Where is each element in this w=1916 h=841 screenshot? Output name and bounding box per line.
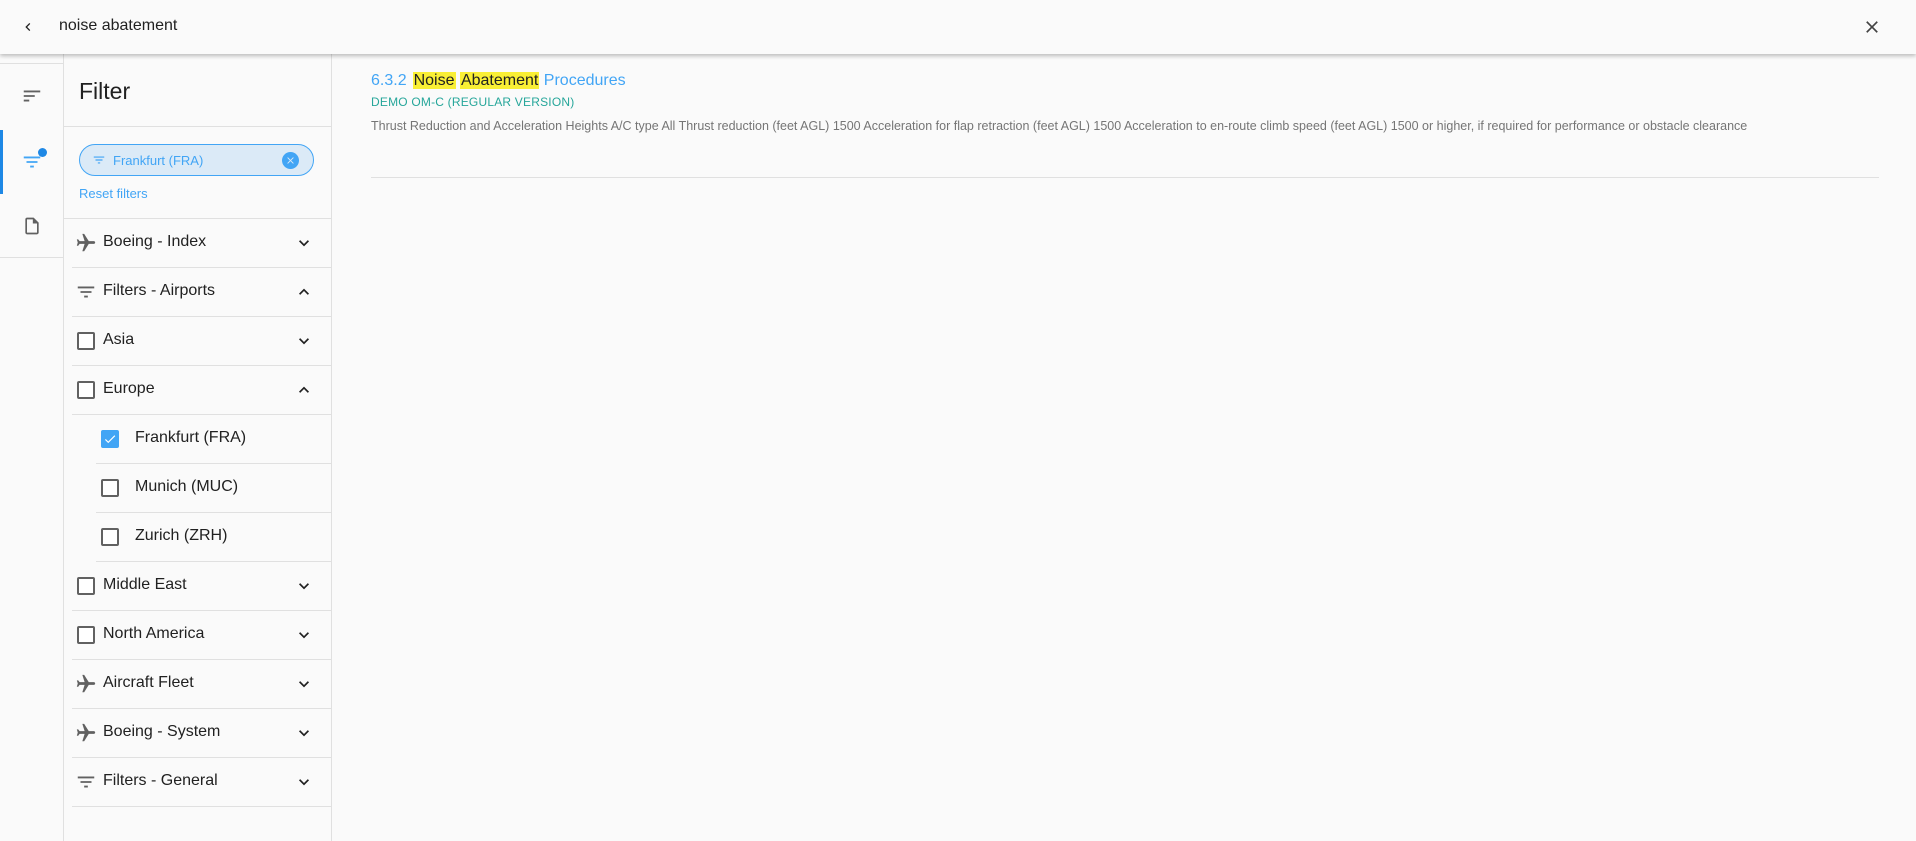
chevron-down-icon[interactable] [294, 331, 314, 351]
filter-region-label: Asia [103, 331, 135, 348]
filter-region-north-america[interactable]: North America [72, 611, 332, 660]
result-title-highlight: Noise [412, 72, 456, 89]
checkbox[interactable] [75, 624, 97, 646]
chevron-down-icon [294, 772, 314, 792]
result-divider [371, 177, 1879, 178]
filter-icon [75, 281, 97, 303]
result-title-link[interactable]: 6.3.2 Noise Abatement Procedures [371, 70, 1881, 92]
result-section-number: 6.3.2 [371, 72, 407, 89]
filter-group-label: Boeing - System [103, 723, 221, 740]
chevron-down-icon [294, 233, 314, 253]
filter-group-general[interactable]: Filters - General [72, 758, 332, 807]
result-source: DEMO OM-C (REGULAR VERSION) [371, 95, 575, 109]
chevron-down-icon[interactable] [294, 576, 314, 596]
active-filter-chip[interactable]: Frankfurt (FRA) [79, 144, 314, 176]
filter-region-label: Europe [103, 380, 155, 397]
close-icon [1866, 21, 1878, 33]
filter-icon [75, 771, 97, 793]
airplane-icon [75, 232, 97, 254]
search-query-input[interactable]: noise abatement [59, 17, 177, 35]
filter-group-aircraft-fleet[interactable]: Aircraft Fleet [72, 660, 332, 709]
filter-airport-fra[interactable]: Frankfurt (FRA) [96, 415, 332, 464]
filter-group-boeing-index[interactable]: Boeing - Index [72, 219, 332, 268]
chevron-up-icon [294, 282, 314, 302]
filter-airport-label: Munich (MUC) [135, 478, 239, 495]
filter-panel-title: Filter [79, 78, 131, 104]
chevron-left-icon [25, 23, 31, 31]
checkbox[interactable] [99, 526, 121, 548]
sort-button[interactable] [0, 64, 64, 128]
checkbox[interactable] [99, 477, 121, 499]
filter-group-label: Filters - General [103, 772, 218, 789]
rail-divider [0, 257, 64, 258]
filter-region-label: Middle East [103, 576, 187, 593]
checkbox-checked[interactable] [99, 428, 121, 450]
search-header: noise abatement [0, 0, 1916, 54]
document-icon [25, 217, 39, 235]
filter-region-europe[interactable]: Europe [72, 366, 332, 415]
close-icon [287, 157, 294, 164]
filter-group-label: Aircraft Fleet [103, 674, 194, 691]
chevron-down-icon[interactable] [294, 625, 314, 645]
checkbox[interactable] [75, 330, 97, 352]
result-snippet: Thrust Reduction and Acceleration Height… [371, 119, 1748, 133]
filter-airport-muc[interactable]: Munich (MUC) [96, 464, 332, 513]
sort-icon [23, 90, 41, 102]
filter-icon [92, 153, 106, 167]
chevron-down-icon [294, 674, 314, 694]
filter-button[interactable] [0, 130, 64, 194]
reset-filters-link[interactable]: Reset filters [79, 186, 148, 201]
result-title-text: Procedures [543, 72, 626, 89]
checkbox[interactable] [75, 575, 97, 597]
chevron-up-icon[interactable] [294, 380, 314, 400]
filter-group-label: Boeing - Index [103, 233, 207, 250]
airplane-icon [75, 673, 97, 695]
filter-group-boeing-system[interactable]: Boeing - System [72, 709, 332, 758]
filter-group-airports[interactable]: Filters - Airports [72, 268, 332, 317]
filter-region-asia[interactable]: Asia [72, 317, 332, 366]
search-result[interactable]: 6.3.2 Noise Abatement Procedures DEMO OM-… [371, 70, 1881, 136]
filter-panel: Filter Frankfurt (FRA) Reset filters Boe… [64, 54, 332, 841]
filter-airport-label: Frankfurt (FRA) [135, 429, 247, 446]
filter-active-dot [38, 148, 47, 157]
close-search-button[interactable] [1858, 13, 1886, 41]
filter-region-middle-east[interactable]: Middle East [72, 562, 332, 611]
document-button[interactable] [0, 194, 64, 258]
airplane-icon [75, 722, 97, 744]
result-title-highlight: Abatement [459, 72, 540, 89]
remove-chip-button[interactable] [282, 152, 299, 169]
filter-airport-label: Zurich (ZRH) [135, 527, 228, 544]
divider [64, 126, 332, 127]
filter-group-label: Filters - Airports [103, 282, 216, 299]
filter-airport-zrh[interactable]: Zurich (ZRH) [96, 513, 332, 562]
back-button[interactable] [14, 13, 42, 41]
active-filter-chip-label: Frankfurt (FRA) [113, 152, 204, 168]
left-rail [0, 54, 64, 841]
checkbox[interactable] [75, 379, 97, 401]
chevron-down-icon [294, 723, 314, 743]
filter-region-label: North America [103, 625, 205, 642]
